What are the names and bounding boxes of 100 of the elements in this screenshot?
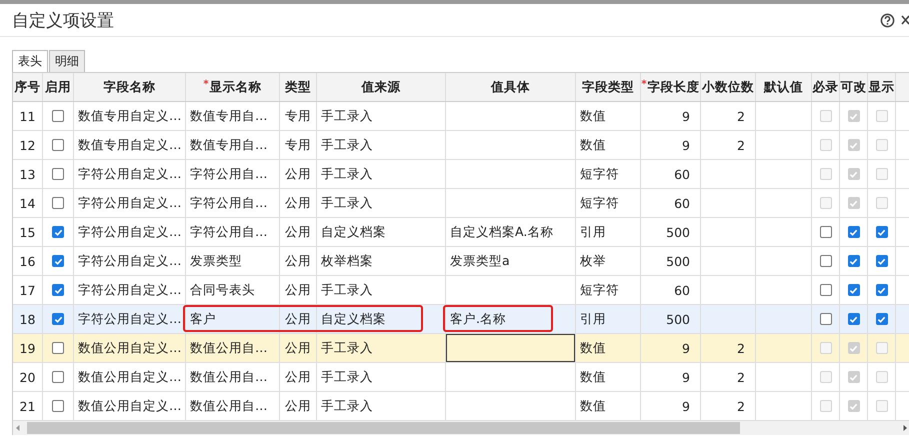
column-header[interactable]: 值来源 [362, 78, 400, 96]
enabled-checkbox[interactable] [52, 313, 64, 325]
table-row[interactable]: 14 字符公用自定义… 字符公用自… 公用 手工录入 短字符 60 [13, 189, 909, 218]
type-cell: 专用 [285, 136, 311, 154]
scrollbar-thumb[interactable] [27, 422, 740, 434]
table-row[interactable]: 11 数值专用自定义… 数值专用自… 专用 手工录入 数值 9 2 [13, 102, 909, 131]
field-type-cell: 数值 [580, 368, 606, 386]
field-name-cell: 字符公用自定义… [78, 252, 182, 270]
close-icon[interactable] [901, 14, 909, 26]
column-header[interactable]: 字段长度 [648, 78, 700, 96]
field-name-cell: 字符公用自定义… [78, 224, 182, 240]
table-row[interactable]: 19 数值公用自定义… 数值公用自… 公用 手工录入 数值 9 2 [13, 334, 909, 363]
column-header[interactable]: 显示名称 [210, 78, 262, 96]
table-row[interactable]: 18 字符公用自定义… 客户 公用 自定义档案 客户.名称 引用 500 [13, 305, 909, 334]
editable-checkbox[interactable] [848, 313, 860, 325]
row-number: 12 [20, 138, 36, 152]
column-header[interactable]: 字段类型 [582, 78, 634, 96]
type-cell: 公用 [285, 398, 311, 414]
field-name-cell: 字符公用自定义… [78, 194, 182, 212]
column-header[interactable]: 显示 [868, 78, 894, 96]
value-source-cell: 手工录入 [321, 136, 373, 154]
required-checkbox[interactable] [820, 255, 832, 267]
field-length-cell: 500 [666, 254, 690, 268]
enabled-checkbox[interactable] [52, 197, 64, 209]
field-name-cell: 字符公用自定义… [78, 282, 182, 298]
decimal-places-cell: 2 [737, 398, 745, 414]
value-source-cell: 手工录入 [321, 368, 373, 386]
column-header[interactable]: 字段名称 [104, 78, 156, 96]
field-name-cell: 字符公用自定义… [78, 310, 182, 328]
field-length-cell: 60 [674, 282, 690, 298]
enabled-checkbox[interactable] [52, 226, 64, 238]
column-header[interactable]: 默认值 [764, 78, 803, 96]
field-type-cell: 数值 [580, 108, 606, 124]
decimal-places-cell: 2 [737, 138, 745, 152]
column-header[interactable]: 必录 [812, 78, 838, 96]
tab[interactable]: 表头 [12, 50, 48, 72]
display-name-cell: 字符公用自… [190, 166, 268, 182]
visible-checkbox[interactable] [876, 255, 888, 267]
row-number: 21 [20, 398, 36, 414]
type-cell: 公用 [285, 224, 311, 240]
enabled-checkbox[interactable] [52, 255, 64, 267]
value-source-cell: 手工录入 [321, 194, 373, 212]
display-name-cell: 字符公用自… [190, 194, 268, 212]
column-header[interactable]: 小数位数 [702, 78, 754, 96]
enabled-checkbox[interactable] [52, 284, 64, 296]
table-row[interactable]: 20 数值公用自定义… 数值公用自… 公用 手工录入 数值 9 2 [13, 363, 909, 392]
visible-checkbox[interactable] [876, 226, 888, 238]
field-length-cell: 60 [674, 196, 690, 210]
enabled-checkbox[interactable] [52, 371, 64, 383]
display-name-cell: 数值公用自… [190, 340, 268, 356]
value-source-cell: 手工录入 [321, 398, 373, 414]
table-row[interactable]: 16 字符公用自定义… 发票类型 公用 枚举档案 发票类型a 枚举 500 [13, 247, 909, 276]
type-cell: 公用 [285, 194, 311, 212]
field-type-cell: 数值 [580, 398, 606, 414]
table-row[interactable]: 12 数值专用自定义… 数值专用自… 专用 手工录入 数值 9 2 [13, 131, 909, 160]
value-detail-cell: 客户.名称 [450, 310, 506, 328]
display-name-cell: 客户 [190, 310, 216, 328]
editable-checkbox[interactable] [848, 284, 860, 296]
column-header[interactable]: 启用 [45, 78, 71, 96]
value-source-cell: 手工录入 [321, 340, 373, 356]
editable-checkbox[interactable] [848, 255, 860, 267]
field-type-cell: 数值 [580, 136, 606, 154]
row-number: 18 [20, 312, 36, 326]
editable-checkbox[interactable] [848, 226, 860, 238]
required-checkbox[interactable] [820, 284, 832, 296]
field-type-cell: 枚举 [580, 252, 606, 270]
column-header[interactable]: 序号 [14, 78, 40, 96]
field-length-cell: 9 [682, 398, 690, 414]
table-row[interactable]: 15 字符公用自定义… 字符公用自… 公用 自定义档案 自定义档案A.名称 引用 500 [13, 218, 909, 247]
required-asterisk: * [203, 79, 209, 90]
enabled-checkbox[interactable] [52, 139, 64, 151]
field-type-cell: 引用 [580, 224, 606, 240]
visible-checkbox[interactable] [876, 284, 888, 296]
display-name-cell: 数值公用自… [190, 398, 268, 414]
value-source-cell: 手工录入 [321, 166, 373, 182]
table-row[interactable]: 13 字符公用自定义… 字符公用自… 公用 手工录入 短字符 60 [13, 160, 909, 189]
display-name-cell: 数值公用自… [190, 368, 268, 386]
required-checkbox[interactable] [820, 313, 832, 325]
window-title: 自定义项设置 [12, 10, 115, 32]
tab[interactable]: 明细 [49, 50, 85, 72]
field-length-cell: 9 [682, 138, 690, 152]
column-header[interactable]: 类型 [285, 78, 311, 96]
enabled-checkbox[interactable] [52, 400, 64, 412]
row-number: 13 [20, 166, 36, 182]
field-length-cell: 9 [682, 108, 690, 124]
enabled-checkbox[interactable] [52, 168, 64, 180]
decimal-places-cell: 2 [737, 370, 745, 384]
required-checkbox[interactable] [820, 226, 832, 238]
enabled-checkbox[interactable] [52, 110, 64, 122]
enabled-checkbox[interactable] [52, 342, 64, 354]
visible-checkbox[interactable] [876, 313, 888, 325]
row-number: 17 [20, 282, 36, 298]
value-detail-input[interactable] [446, 334, 575, 362]
column-header[interactable]: 值具体 [491, 78, 530, 96]
field-type-cell: 短字符 [580, 282, 619, 298]
help-icon[interactable] [880, 12, 895, 28]
field-name-cell: 数值公用自定义… [78, 340, 182, 356]
column-header[interactable]: 可改 [840, 78, 866, 96]
field-length-cell: 500 [666, 312, 690, 326]
required-asterisk: * [641, 79, 647, 90]
